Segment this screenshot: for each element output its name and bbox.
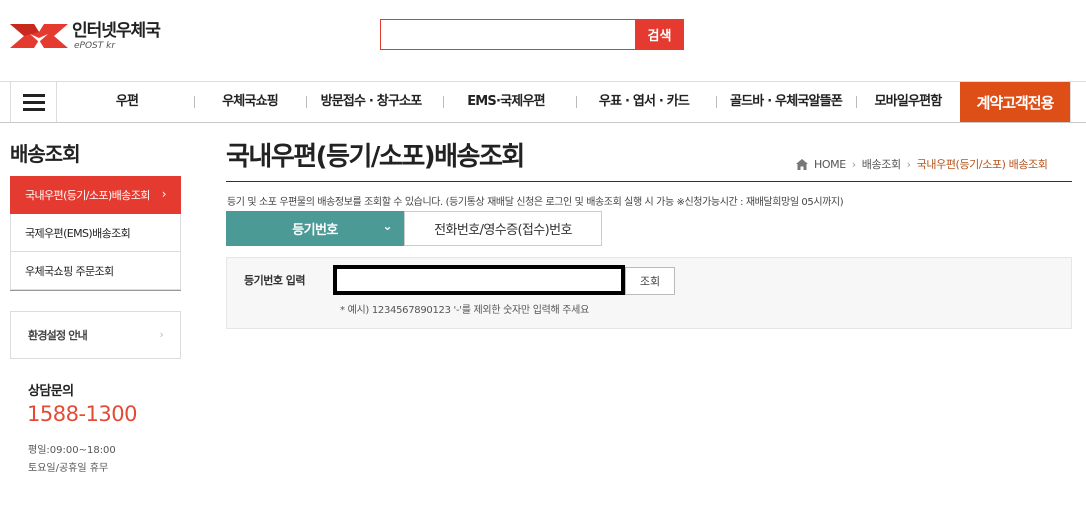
gnb-tail	[1070, 82, 1086, 122]
gnb-item-stamps[interactable]: 우표 · 엽서 · 카드	[582, 82, 706, 122]
contact-hours: 평일:09:00~18:00 토요일/공휴일 휴무	[28, 442, 116, 478]
gnb-divider	[576, 96, 577, 108]
chevron-down-icon: ⌄	[382, 219, 393, 233]
gnb-divider	[443, 96, 444, 108]
sidebar-menu: 국내우편(등기/소포)배송조회 › 국제우편(EMS)배송조회 우체국쇼핑 주문…	[10, 176, 181, 291]
epost-logo-icon	[10, 20, 68, 52]
gnb-item-goldbar[interactable]: 골드바 · 우체국알뜰폰	[722, 82, 850, 122]
sidebar-item-shopping-order[interactable]: 우체국쇼핑 주문조회	[10, 252, 181, 290]
registered-number-label: 등기번호 입력	[244, 274, 306, 287]
gnb-divider	[306, 96, 307, 108]
gnb-divider	[856, 96, 857, 108]
contact-phone: 1588-1300	[27, 402, 137, 426]
gnb-divider	[716, 96, 717, 108]
global-nav: 우편 우체국쇼핑 방문접수 · 창구소포 EMS·국제우편 우표 · 엽서 · …	[0, 81, 1086, 123]
sidebar-item-label: 우체국쇼핑 주문조회	[25, 264, 114, 278]
sidebar-item-label: 국제우편(EMS)배송조회	[25, 226, 131, 240]
sidebar-title: 배송조회	[10, 142, 81, 166]
search-button[interactable]: 검색	[635, 19, 684, 50]
query-button[interactable]: 조회	[625, 267, 675, 295]
chevron-right-icon: ›	[159, 328, 163, 341]
tab-phone-receipt-number[interactable]: 전화번호/영수증(접수)번호	[404, 211, 602, 246]
sidebar-item-domestic[interactable]: 국내우편(등기/소포)배송조회 ›	[10, 176, 181, 214]
gnb-divider	[194, 96, 195, 108]
breadcrumb-current: 국내우편(등기/소포) 배송조회	[916, 158, 1048, 171]
gnb-item-visit-pickup[interactable]: 방문접수 · 창구소포	[310, 82, 432, 122]
tab-label: 등기번호	[292, 223, 338, 238]
breadcrumb-tracking[interactable]: 배송조회	[862, 156, 901, 172]
hamburger-menu-icon[interactable]	[10, 82, 57, 122]
chevron-right-icon: ›	[906, 157, 911, 171]
gnb-item-ems[interactable]: EMS·국제우편	[448, 82, 564, 122]
search-input[interactable]	[380, 19, 636, 50]
hours-weekend: 토요일/공휴일 휴무	[28, 463, 109, 474]
environment-settings-link[interactable]: 환경설정 안내 ›	[10, 311, 181, 359]
chevron-right-icon: ›	[161, 187, 167, 201]
logo-title: 인터넷우체국	[72, 21, 161, 41]
gnb-item-post[interactable]: 우편	[82, 82, 172, 122]
home-icon	[796, 158, 808, 170]
breadcrumb-home[interactable]: HOME	[814, 158, 846, 171]
input-hint: * 예시) 1234567890123 '-'를 제외한 숫자만 입력해 주세요	[340, 305, 589, 316]
env-settings-label: 환경설정 안내	[28, 329, 88, 342]
tab-registered-number[interactable]: 등기번호 ⌄	[226, 211, 404, 246]
sidebar-item-ems[interactable]: 국제우편(EMS)배송조회	[10, 214, 181, 252]
hours-weekday: 평일:09:00~18:00	[28, 445, 116, 456]
page-description: 등기 및 소포 우편물의 배송정보를 조회할 수 있습니다. (등기통상 재배달…	[227, 197, 844, 208]
page-title: 국내우편(등기/소포)배송조회	[226, 142, 525, 172]
gnb-item-shopping[interactable]: 우체국쇼핑	[200, 82, 300, 122]
contact-title: 상담문의	[28, 384, 74, 399]
logo-subtitle: ePOST kr	[74, 41, 116, 51]
contract-customer-button[interactable]: 계약고객전용	[960, 82, 1070, 122]
gnb-item-mobile-mailbox[interactable]: 모바일우편함	[860, 82, 956, 122]
chevron-right-icon: ›	[851, 157, 856, 171]
title-divider	[226, 181, 1072, 182]
epost-logo[interactable]: 인터넷우체국 ePOST kr	[10, 20, 161, 52]
breadcrumb: HOME › 배송조회 › 국내우편(등기/소포) 배송조회	[796, 156, 1048, 172]
registered-number-input[interactable]	[333, 265, 625, 295]
sidebar-item-label: 국내우편(등기/소포)배송조회	[25, 188, 150, 202]
